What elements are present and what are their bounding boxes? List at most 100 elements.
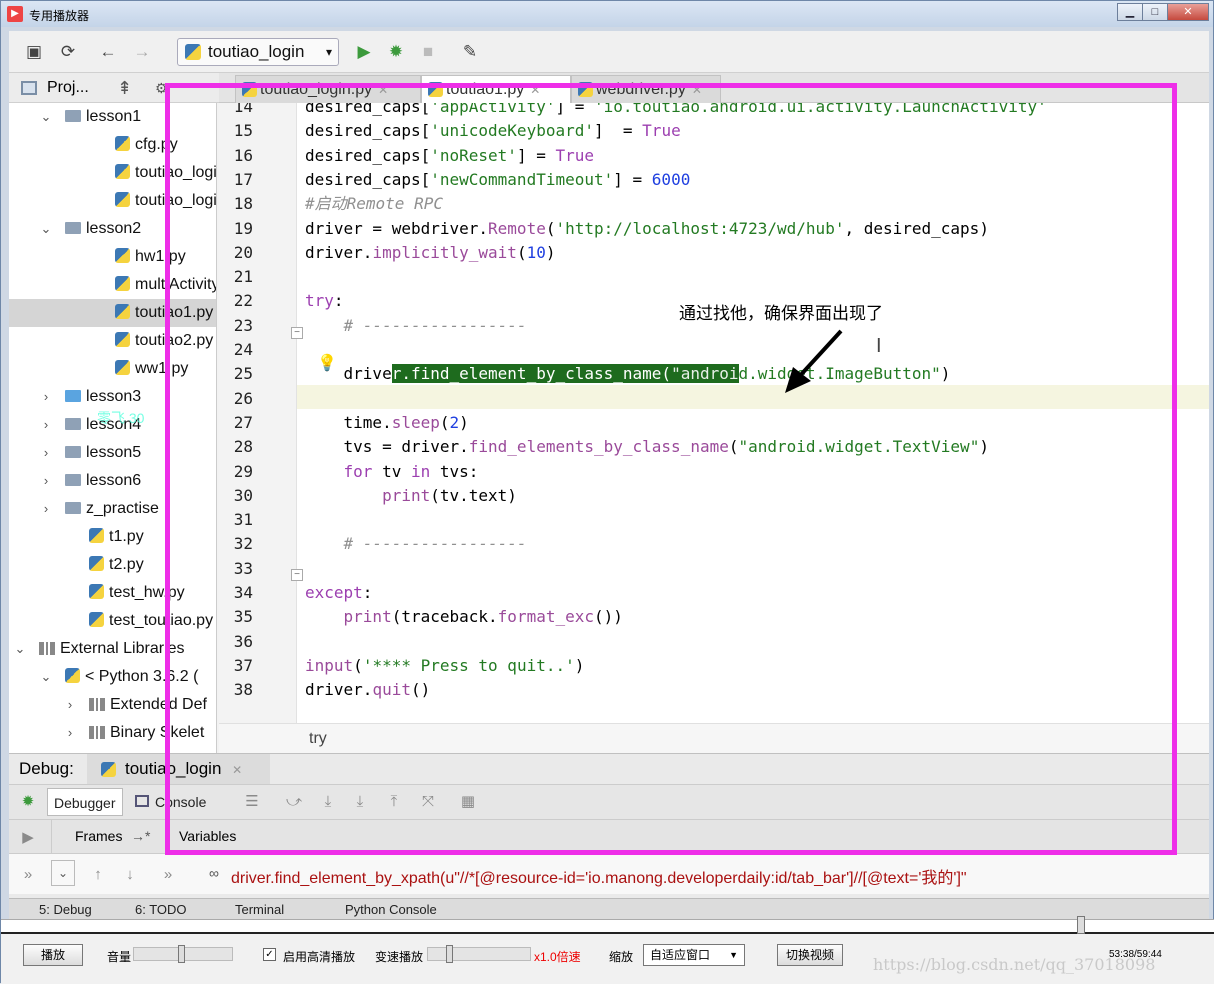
play-button[interactable]: 播放 bbox=[23, 944, 83, 966]
tree-item[interactable]: t2.py bbox=[9, 551, 216, 579]
debug-bug-icon[interactable]: ✹ bbox=[19, 793, 37, 811]
chevron-right-icon[interactable]: › bbox=[39, 495, 53, 523]
tree-item[interactable]: multiActivity. bbox=[9, 271, 216, 299]
show-execution-point-icon[interactable]: ⤻ bbox=[285, 793, 303, 811]
gear-icon[interactable]: ⚙ bbox=[155, 73, 168, 103]
run-configuration-select[interactable]: toutiao_login ▾ bbox=[177, 38, 339, 66]
code-line[interactable]: except: bbox=[305, 581, 372, 605]
seek-bar[interactable] bbox=[1, 916, 1214, 934]
code-line[interactable]: driver = webdriver.Remote('http://localh… bbox=[305, 217, 989, 241]
close-icon[interactable]: ✕ bbox=[692, 83, 702, 97]
close-icon[interactable]: ✕ bbox=[530, 83, 540, 97]
code-line[interactable]: desired_caps['noReset'] = True bbox=[305, 144, 594, 168]
tree-item[interactable]: test_toutiao.py bbox=[9, 607, 216, 635]
switch-video-button[interactable]: 切换视频 bbox=[777, 944, 843, 966]
step-over-icon[interactable]: ⤓ bbox=[319, 793, 337, 811]
debug-bug-icon[interactable]: ✹ bbox=[385, 41, 407, 63]
fold-marker[interactable]: − bbox=[291, 327, 303, 339]
pin-icon[interactable]: →* bbox=[131, 828, 150, 844]
run-to-cursor-icon[interactable]: ⤧ bbox=[419, 793, 437, 811]
expand-icon[interactable]: » bbox=[19, 866, 37, 884]
tree-item[interactable]: toutiao_login bbox=[9, 187, 216, 215]
chevron-down-icon[interactable]: ⌄ bbox=[39, 215, 53, 243]
tree-item[interactable]: test_hw.py bbox=[9, 579, 216, 607]
project-view-selector[interactable]: Proj... bbox=[47, 73, 89, 103]
wrench-icon[interactable]: ✎ bbox=[459, 41, 481, 63]
chevron-down-icon[interactable]: ⌄ bbox=[39, 103, 53, 131]
close-button[interactable]: ✕ bbox=[1167, 3, 1209, 21]
editor-tab[interactable]: toutiao_login.py ✕ bbox=[235, 75, 421, 103]
tree-item[interactable]: ⌄ External Libraries bbox=[9, 635, 216, 663]
chevron-right-icon[interactable]: › bbox=[39, 383, 53, 411]
console-tab[interactable]: Console bbox=[131, 788, 212, 816]
tree-item[interactable]: › z_practise bbox=[9, 495, 216, 523]
code-line[interactable]: driver.implicitly_wait(10) bbox=[305, 241, 555, 265]
tree-item[interactable]: hw1.py bbox=[9, 243, 216, 271]
code-line[interactable]: tvs = driver.find_elements_by_class_name… bbox=[305, 435, 989, 459]
save-icon[interactable]: ▣ bbox=[23, 41, 45, 63]
code-line[interactable]: driver.find_element_by_class_name("andro… bbox=[305, 362, 950, 386]
frames-label[interactable]: Frames bbox=[75, 828, 122, 844]
chevron-right-icon[interactable]: › bbox=[63, 691, 77, 719]
chevron-right-icon[interactable]: › bbox=[63, 719, 77, 747]
step-out-icon[interactable]: ⤒ bbox=[385, 793, 403, 811]
up-icon[interactable]: ↑ bbox=[89, 866, 107, 884]
forward-icon[interactable]: → bbox=[131, 41, 153, 63]
code-line[interactable]: desired_caps['appActivity'] = 'io.toutia… bbox=[305, 103, 1047, 119]
tree-item[interactable]: toutiao_login bbox=[9, 159, 216, 187]
close-icon[interactable]: ✕ bbox=[232, 763, 242, 777]
code-line[interactable]: print(tv.text) bbox=[305, 484, 517, 508]
tool-window-tab[interactable]: 6: TODO bbox=[135, 902, 187, 917]
stop-icon[interactable]: ■ bbox=[417, 41, 439, 63]
zoom-select[interactable]: 自适应窗口 ▼ bbox=[643, 944, 745, 966]
code-line[interactable]: for tv in tvs: bbox=[305, 460, 479, 484]
code-line[interactable]: desired_caps['newCommandTimeout'] = 6000 bbox=[305, 168, 690, 192]
seek-thumb[interactable] bbox=[1077, 916, 1085, 934]
chevron-right-icon[interactable]: › bbox=[39, 411, 53, 439]
tree-item[interactable]: › lesson6 bbox=[9, 467, 216, 495]
code-line[interactable]: print(traceback.format_exc()) bbox=[305, 605, 623, 629]
watch-expression[interactable]: driver.find_element_by_xpath(u"//*[@reso… bbox=[231, 864, 967, 888]
chevron-right-icon[interactable]: › bbox=[39, 467, 53, 495]
tree-item[interactable]: ww1.py bbox=[9, 355, 216, 383]
debug-session-tab[interactable]: toutiao_login ✕ bbox=[87, 754, 271, 784]
chevron-right-icon[interactable]: › bbox=[39, 439, 53, 467]
tree-item[interactable]: cfg.py bbox=[9, 131, 216, 159]
tree-item[interactable]: ⌄ lesson1 bbox=[9, 103, 216, 131]
hd-checkbox[interactable]: ✓ bbox=[263, 948, 276, 961]
menu-icon[interactable]: ☰ bbox=[243, 793, 261, 811]
tree-item[interactable]: toutiao2.py bbox=[9, 327, 216, 355]
sync-icon[interactable]: ⟳ bbox=[57, 41, 79, 63]
breadcrumb[interactable]: try bbox=[219, 723, 1209, 753]
code-line[interactable]: # ----------------- bbox=[305, 314, 527, 338]
resume-icon[interactable]: ▶ bbox=[19, 829, 37, 847]
tool-window-tab[interactable]: Terminal bbox=[235, 902, 284, 917]
chevron-down-icon[interactable]: ⌄ bbox=[39, 663, 53, 691]
expand-icon[interactable]: » bbox=[159, 866, 177, 884]
editor-tab[interactable]: webdriver.py ✕ bbox=[571, 75, 721, 103]
editor-tab[interactable]: toutiao1.py ✕ bbox=[421, 75, 571, 103]
variables-label[interactable]: Variables bbox=[179, 828, 236, 844]
debugger-tab[interactable]: Debugger bbox=[47, 788, 123, 816]
volume-thumb[interactable] bbox=[178, 945, 185, 963]
tree-item[interactable]: ⌄ lesson2 bbox=[9, 215, 216, 243]
back-icon[interactable]: ← bbox=[97, 41, 119, 63]
tree-item[interactable]: toutiao1.py bbox=[9, 299, 216, 327]
code-line[interactable]: desired_caps['unicodeKeyboard'] = True bbox=[305, 119, 681, 143]
run-icon[interactable]: ▶ bbox=[353, 41, 375, 63]
code-line[interactable]: #启动Remote RPC bbox=[305, 192, 443, 216]
tree-item[interactable]: › lesson5 bbox=[9, 439, 216, 467]
collapse-icon[interactable]: ⇞ bbox=[117, 73, 132, 103]
tree-item[interactable]: › Binary Skelet bbox=[9, 719, 216, 747]
tree-item[interactable]: t1.py bbox=[9, 523, 216, 551]
code-line[interactable]: time.sleep(2) bbox=[305, 411, 469, 435]
code-line[interactable]: driver.quit() bbox=[305, 678, 430, 702]
minimize-button[interactable]: ▁ bbox=[1117, 3, 1143, 21]
evaluate-icon[interactable]: ▦ bbox=[459, 793, 477, 811]
fold-marker[interactable]: − bbox=[291, 569, 303, 581]
code-line[interactable]: # ----------------- bbox=[305, 532, 527, 556]
tree-item[interactable]: ⌄ < Python 3.6.2 ( bbox=[9, 663, 216, 691]
volume-slider[interactable] bbox=[133, 945, 233, 963]
chevron-down-icon[interactable]: ⌄ bbox=[51, 860, 75, 886]
close-icon[interactable]: ✕ bbox=[378, 83, 388, 97]
